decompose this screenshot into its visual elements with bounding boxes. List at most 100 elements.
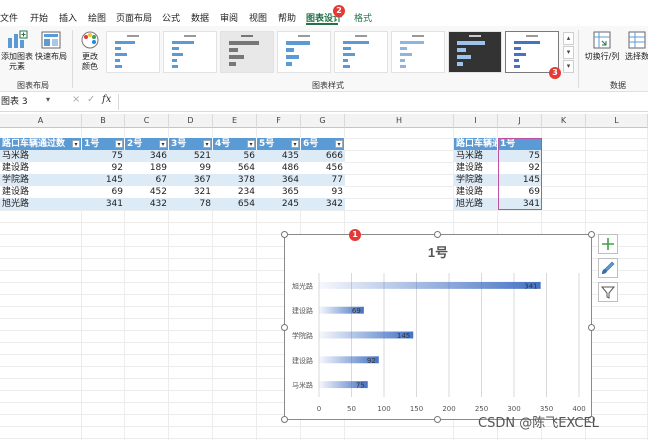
gallery-scroll-up-icon[interactable]: ▴ — [563, 32, 574, 45]
resize-handle-top[interactable] — [434, 231, 441, 238]
column-header[interactable]: G — [301, 114, 345, 128]
table-cell[interactable]: 99 — [169, 162, 213, 174]
table-cell[interactable]: 564 — [213, 162, 257, 174]
cancel-icon[interactable]: × — [72, 94, 80, 105]
table-cell[interactable]: 378 — [213, 174, 257, 186]
table-cell[interactable]: 521 — [169, 150, 213, 162]
select-data-button[interactable]: 选择数 — [622, 30, 648, 62]
table-cell[interactable]: 建设路 — [0, 186, 82, 198]
chart-styles-button[interactable] — [598, 258, 618, 278]
table-cell[interactable]: 145 — [82, 174, 125, 186]
change-color-button[interactable]: 更改 颜色 — [74, 30, 106, 72]
table-cell[interactable]: 456 — [301, 162, 345, 174]
insert-function-icon[interactable]: fx — [102, 94, 111, 105]
filter-dropdown-icon[interactable]: ▾ — [335, 140, 343, 148]
column-header[interactable]: L — [586, 114, 648, 128]
column-header[interactable]: F — [257, 114, 301, 128]
tab-2[interactable]: 插入 — [59, 11, 77, 24]
resize-handle-right[interactable] — [588, 324, 595, 331]
tab-5[interactable]: 公式 — [162, 11, 180, 24]
chart-style-thumb-4[interactable] — [277, 31, 331, 73]
column-header[interactable]: C — [125, 114, 169, 128]
tab-3[interactable]: 绘图 — [88, 11, 106, 24]
tab-9[interactable]: 帮助 — [278, 11, 296, 24]
column-header[interactable]: D — [169, 114, 213, 128]
table-cell[interactable]: 341 — [82, 198, 125, 210]
table-cell[interactable]: 78 — [169, 198, 213, 210]
table-header-cell[interactable]: 4号 ▾ — [213, 138, 257, 150]
table-header-cell[interactable]: 5号 ▾ — [257, 138, 301, 150]
filter-dropdown-icon[interactable]: ▾ — [247, 140, 255, 148]
table-cell[interactable]: 学院路 — [454, 174, 498, 186]
table-cell[interactable]: 321 — [169, 186, 213, 198]
table-cell[interactable]: 245 — [257, 198, 301, 210]
chart-style-thumb-5[interactable] — [334, 31, 388, 73]
quick-layout-button[interactable]: 快速布局 — [34, 30, 68, 62]
table-header-cell[interactable]: 路口车辆通过数 ▾ — [0, 138, 82, 150]
column-header[interactable]: H — [345, 114, 454, 128]
table-header-cell[interactable]: 1号 ▾ — [82, 138, 125, 150]
filter-dropdown-icon[interactable]: ▾ — [72, 140, 80, 148]
tab-8[interactable]: 视图 — [249, 11, 267, 24]
table-header-cell[interactable]: 2号 ▾ — [125, 138, 169, 150]
table-cell[interactable]: 486 — [257, 162, 301, 174]
resize-handle-bottom[interactable] — [434, 416, 441, 423]
formula-input[interactable] — [118, 94, 648, 110]
chart-style-thumb-1[interactable] — [106, 31, 160, 73]
table-cell[interactable]: 342 — [301, 198, 345, 210]
filter-dropdown-icon[interactable]: ▾ — [203, 140, 211, 148]
chart-style-thumb-8-selected[interactable] — [505, 31, 559, 73]
filter-dropdown-icon[interactable]: ▾ — [291, 140, 299, 148]
table-cell[interactable]: 666 — [301, 150, 345, 162]
table-cell[interactable]: 189 — [125, 162, 169, 174]
table-cell[interactable]: 建设路 — [0, 162, 82, 174]
table-cell[interactable]: 75 — [82, 150, 125, 162]
table-cell[interactable]: 马米路 — [0, 150, 82, 162]
column-header[interactable]: K — [542, 114, 586, 128]
table-header-cell[interactable]: 路口车辆通 — [454, 138, 498, 150]
chart-elements-button[interactable] — [598, 234, 618, 254]
gallery-scroll-down-icon[interactable]: ▾ — [563, 46, 574, 59]
tab-0[interactable]: 文件 — [0, 11, 18, 24]
chart-style-thumb-2[interactable] — [163, 31, 217, 73]
table-header-cell[interactable]: 3号 ▾ — [169, 138, 213, 150]
tab-7[interactable]: 审阅 — [220, 11, 238, 24]
table-cell[interactable]: 654 — [213, 198, 257, 210]
table-cell[interactable]: 234 — [213, 186, 257, 198]
column-header[interactable]: I — [454, 114, 498, 128]
resize-handle-bottom-left[interactable] — [281, 416, 288, 423]
tab-format[interactable]: 格式 — [354, 11, 372, 24]
column-header[interactable]: E — [213, 114, 257, 128]
table-cell[interactable]: 67 — [125, 174, 169, 186]
table-cell[interactable]: 92 — [82, 162, 125, 174]
column-header[interactable]: A — [0, 114, 82, 128]
gallery-more-icon[interactable]: ▾ — [563, 60, 574, 73]
table-cell[interactable]: 旭光路 — [454, 198, 498, 210]
switch-row-column-button[interactable]: 切换行/列 — [582, 30, 622, 62]
table-cell[interactable]: 建设路 — [454, 162, 498, 174]
chart-style-thumb-6[interactable] — [391, 31, 445, 73]
table-cell[interactable]: 学院路 — [0, 174, 82, 186]
resize-handle-left[interactable] — [281, 324, 288, 331]
chart-filters-button[interactable] — [598, 282, 618, 302]
add-chart-element-button[interactable]: 添加图表 元素 — [0, 30, 34, 72]
table-cell[interactable]: 452 — [125, 186, 169, 198]
table-cell[interactable]: 旭光路 — [0, 198, 82, 210]
table-cell[interactable]: 93 — [301, 186, 345, 198]
filter-dropdown-icon[interactable]: ▾ — [159, 140, 167, 148]
chart-style-thumb-7[interactable] — [448, 31, 502, 73]
resize-handle-top-left[interactable] — [281, 231, 288, 238]
table-header-cell[interactable]: 6号 ▾ — [301, 138, 345, 150]
resize-handle-top-right[interactable] — [588, 231, 595, 238]
confirm-icon[interactable]: ✓ — [87, 94, 95, 105]
column-header[interactable]: B — [82, 114, 125, 128]
tab-4[interactable]: 页面布局 — [116, 11, 152, 24]
table-cell[interactable]: 435 — [257, 150, 301, 162]
name-box-dropdown-icon[interactable]: ▾ — [46, 95, 50, 104]
column-header[interactable]: J — [498, 114, 542, 128]
table-cell[interactable]: 69 — [82, 186, 125, 198]
table-cell[interactable]: 56 — [213, 150, 257, 162]
table-cell[interactable]: 346 — [125, 150, 169, 162]
table-cell[interactable]: 364 — [257, 174, 301, 186]
chart-style-thumb-3[interactable] — [220, 31, 274, 73]
